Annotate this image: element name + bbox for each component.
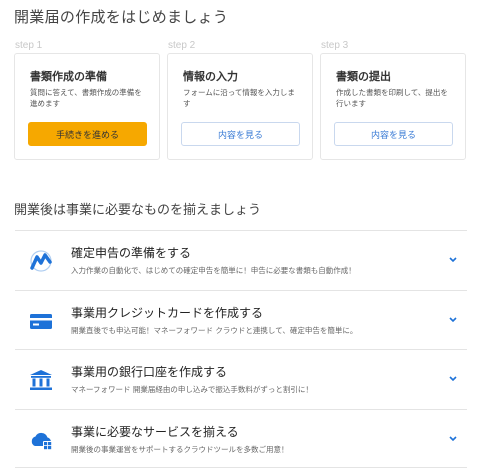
cloud-icon xyxy=(31,432,52,450)
chevron-down-icon[interactable] xyxy=(448,316,458,324)
service-title: 確定申告の準備をする xyxy=(71,246,192,260)
service-row-bank-account[interactable]: 事業用の銀行口座を作成する マネーフォワード 開業届経由の申し込みで振込手数料が… xyxy=(15,349,467,409)
chevron-down-icon[interactable] xyxy=(448,435,458,443)
proceed-button[interactable]: 手続きを進める xyxy=(28,122,147,146)
bank-icon xyxy=(30,370,52,390)
step-2-view-button[interactable]: 内容を見る xyxy=(181,122,300,146)
step-1-description: 質問に答えて、書類作成の準備を進めます xyxy=(30,88,142,108)
service-row-tax-return[interactable]: 確定申告の準備をする 入力作業の自動化で、はじめての確定申告を簡単に！申告に必要… xyxy=(15,230,467,290)
service-title: 事業用クレジットカードを作成する xyxy=(71,305,264,320)
chevron-down-icon[interactable] xyxy=(448,256,458,264)
step-1-title: 書類作成の準備 xyxy=(30,70,107,83)
service-row-credit-card[interactable]: 事業用クレジットカードを作成する 開業直後でも申込可能！マネーフォワード クラウ… xyxy=(15,289,467,350)
chevron-down-icon[interactable] xyxy=(448,375,458,383)
service-description: 開業後の事業運営をサポートするクラウドツールを多数ご用意！ xyxy=(71,444,289,454)
step-1-label: step 1 xyxy=(15,40,43,51)
step-3-description: 作成した書類を印刷して、提出を行います xyxy=(336,88,448,108)
service-description: 開業直後でも申込可能！マネーフォワード クラウドと連携して、確定申告を簡単に。 xyxy=(71,325,358,335)
service-list: 確定申告の準備をする 入力作業の自動化で、はじめての確定申告を簡単に！申告に必要… xyxy=(15,230,467,468)
page-title: 開業届の作成をはじめましょう xyxy=(14,8,229,26)
step-2-card: 情報の入力 フォームに沿って情報を入力します 内容を見る xyxy=(167,53,313,160)
step-3-label: step 3 xyxy=(321,40,349,51)
step-2-description: フォームに沿って情報を入力します xyxy=(183,88,295,108)
step-2-title: 情報の入力 xyxy=(183,70,238,83)
step-3-view-button[interactable]: 内容を見る xyxy=(334,122,453,146)
credit-card-icon xyxy=(30,313,52,329)
service-title: 事業用の銀行口座を作成する xyxy=(71,365,228,379)
step-3-card: 書類の提出 作成した書類を印刷して、提出を行います 内容を見る xyxy=(320,53,466,160)
section-heading: 開業後は事業に必要なものを揃えましょう xyxy=(14,203,262,218)
step-1-card: 書類作成の準備 質問に答えて、書類作成の準備を進めます 手続きを進める xyxy=(14,53,160,160)
step-3-title: 書類の提出 xyxy=(336,70,391,83)
mf-logo-icon xyxy=(30,250,52,272)
service-row-cloud-services[interactable]: 事業に必要なサービスを揃える 開業後の事業運営をサポートするクラウドツールを多数… xyxy=(15,408,467,468)
service-title: 事業に必要なサービスを揃える xyxy=(71,424,239,439)
step-2-label: step 2 xyxy=(168,40,196,51)
service-description: 入力作業の自動化で、はじめての確定申告を簡単に！申告に必要な書類も自動作成！ xyxy=(71,266,356,275)
service-description: マネーフォワード 開業届経由の申し込みで振込手数料がずっと割引に！ xyxy=(71,385,313,394)
